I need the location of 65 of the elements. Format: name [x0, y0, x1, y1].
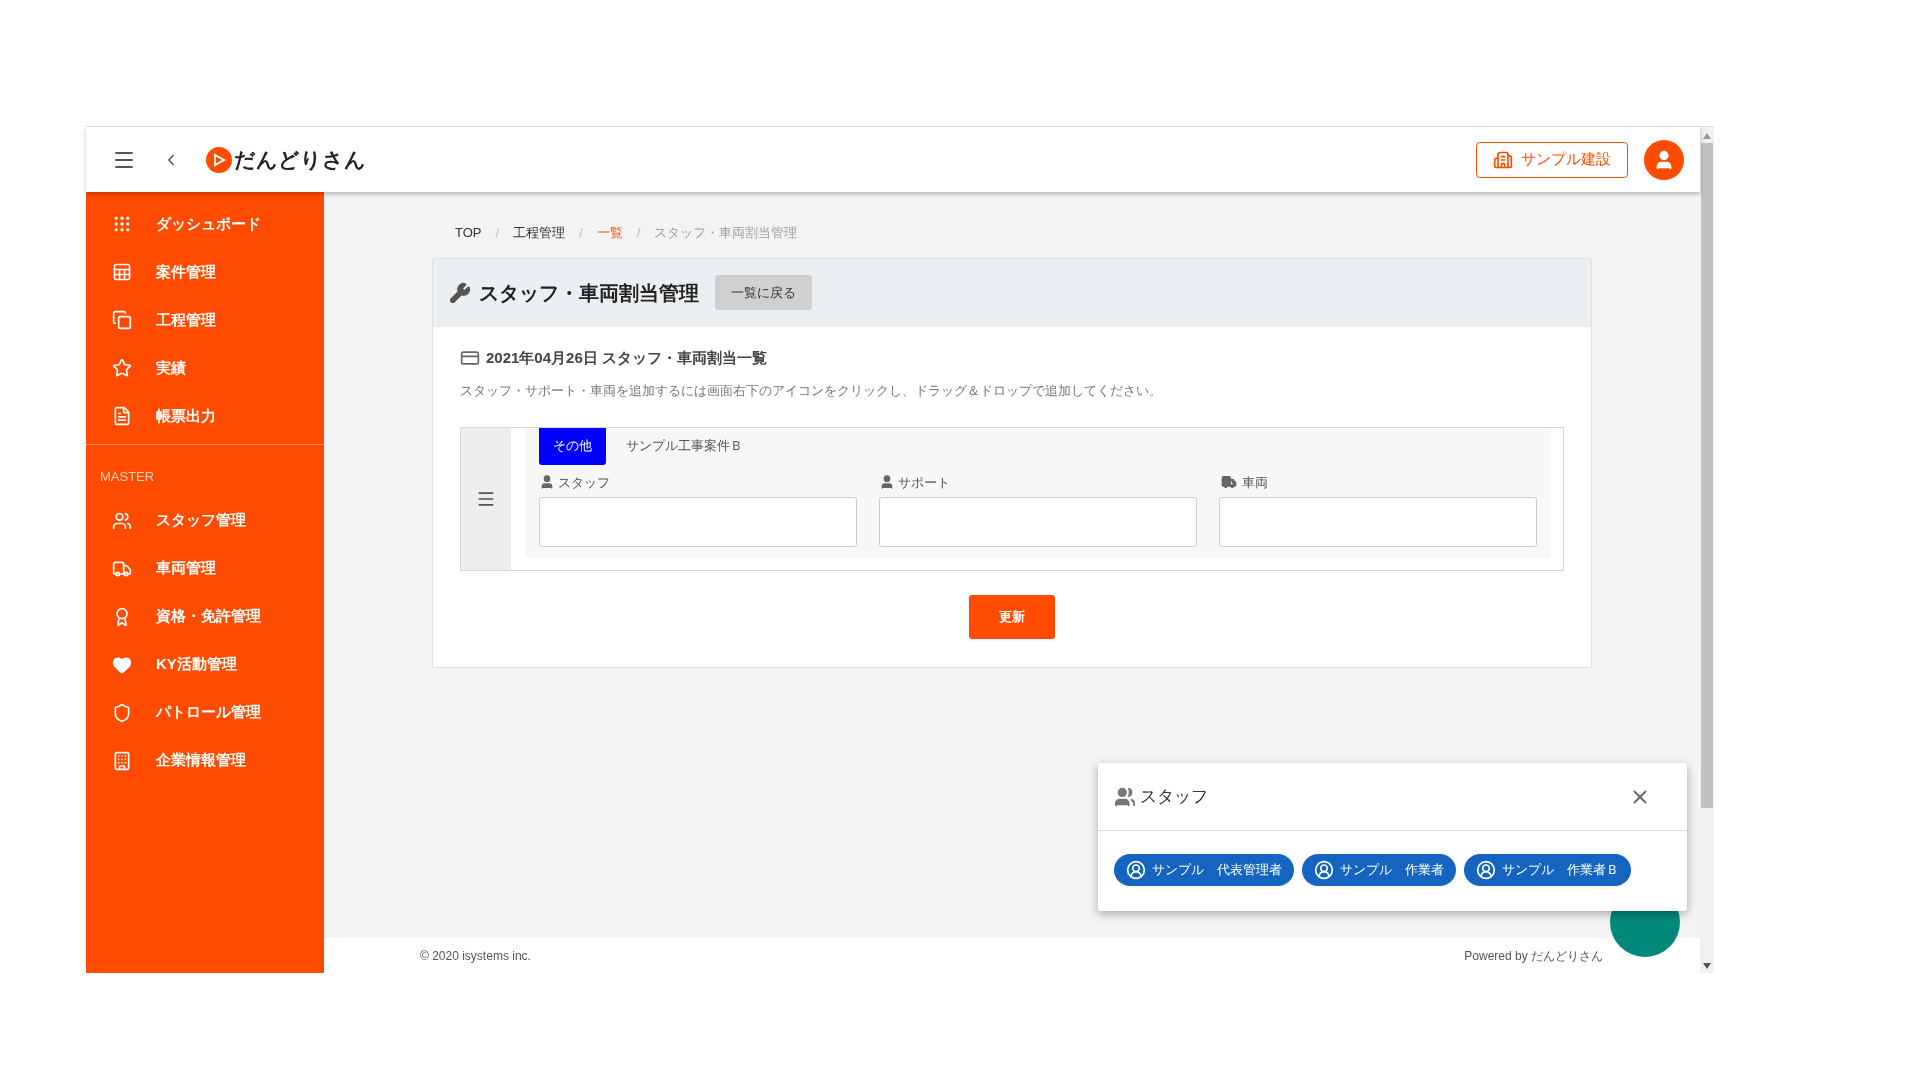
staff-chip[interactable]: サンプル 代表管理者	[1114, 854, 1294, 886]
field-label: スタッフ	[558, 473, 610, 492]
sidebar-item[interactable]: 資格・免許管理	[86, 592, 324, 641]
user-icon	[1314, 860, 1334, 880]
sidebar-item[interactable]: 案件管理	[86, 248, 324, 296]
drop-field[interactable]	[879, 497, 1197, 547]
sidebar-item[interactable]: ダッシュボード	[86, 200, 324, 248]
scroll-up-icon[interactable]	[1703, 133, 1711, 139]
card-title: スタッフ・車両割当管理	[479, 280, 699, 306]
sidebar-item[interactable]: 工程管理	[86, 296, 324, 344]
staff-chip[interactable]: サンプル 作業者Ｂ	[1464, 854, 1631, 886]
sidebar-item-icon	[112, 262, 132, 282]
sidebar-item-icon	[112, 406, 132, 426]
users-icon	[1114, 785, 1136, 808]
person-icon	[879, 474, 895, 491]
breadcrumb-item[interactable]: 一覧	[596, 223, 623, 243]
drop-field[interactable]	[539, 497, 857, 547]
tab[interactable]: サンプル工事案件Ｂ	[626, 427, 743, 465]
sidebar-item[interactable]: 実績	[86, 344, 324, 392]
staff-chip[interactable]: サンプル 作業者	[1302, 854, 1456, 886]
sidebar-item-icon	[112, 358, 132, 378]
breadcrumb-separator: /	[636, 224, 641, 242]
breadcrumb-item[interactable]: TOP	[455, 223, 482, 243]
user-icon	[1126, 860, 1146, 880]
company-button[interactable]: サンプル建設	[1476, 141, 1628, 178]
field-label: 車両	[1242, 473, 1268, 492]
sidebar-item[interactable]: 車両管理	[86, 544, 324, 593]
drag-handle[interactable]	[461, 427, 511, 570]
person-icon	[539, 474, 555, 491]
section-title: 2021年04月26日 スタッフ・車両割当一覧	[486, 347, 767, 368]
logo-text: だんどりさん	[234, 146, 366, 173]
section-title: MASTER	[99, 468, 156, 486]
avatar-button[interactable]	[1644, 139, 1684, 180]
copyright-text: © 2020 isystems inc.	[420, 947, 531, 965]
sidebar-item[interactable]: パトロール管理	[86, 688, 324, 737]
field-label: サポート	[898, 473, 950, 492]
scrollbar-thumb[interactable]	[1701, 143, 1713, 808]
building-icon	[1493, 149, 1513, 170]
logo-icon	[206, 146, 232, 173]
sidebar-item[interactable]: 帳票出力	[86, 392, 324, 440]
wrench-icon	[449, 281, 471, 304]
sidebar-item[interactable]: スタッフ管理	[86, 496, 324, 545]
scrollbar[interactable]	[1700, 127, 1714, 973]
sidebar-item-icon	[112, 702, 132, 723]
sidebar-item-icon	[112, 750, 132, 771]
hint-text: スタッフ・サポート・車両を追加するには画面右下のアイコンをクリックし、ドラッグ＆ドロップで追加してください。	[460, 382, 1163, 400]
sidebar-item[interactable]: KY活動管理	[86, 640, 324, 689]
tab[interactable]: その他	[539, 427, 606, 465]
scroll-down-icon[interactable]	[1703, 963, 1711, 969]
sidebar-item-icon	[112, 654, 132, 675]
update-button[interactable]: 更新	[969, 594, 1055, 639]
drop-field[interactable]	[1219, 497, 1537, 547]
breadcrumb-separator: /	[495, 224, 500, 242]
truck-icon	[1219, 474, 1239, 491]
breadcrumb-separator: /	[579, 224, 583, 242]
sidebar-item-icon	[112, 510, 132, 531]
user-icon	[1476, 860, 1496, 880]
sidebar-item[interactable]: 企業情報管理	[86, 736, 324, 785]
sidebar-item-icon	[112, 310, 132, 330]
powered-by-text: Powered by だんどりさん	[1464, 947, 1603, 965]
sidebar-item-icon	[112, 214, 132, 234]
popup-title: スタッフ	[1140, 785, 1208, 808]
breadcrumb-item[interactable]: 工程管理	[513, 223, 566, 243]
breadcrumb-item: スタッフ・車両割当管理	[654, 224, 798, 242]
back-button[interactable]: 一覧に戻る	[715, 275, 812, 310]
